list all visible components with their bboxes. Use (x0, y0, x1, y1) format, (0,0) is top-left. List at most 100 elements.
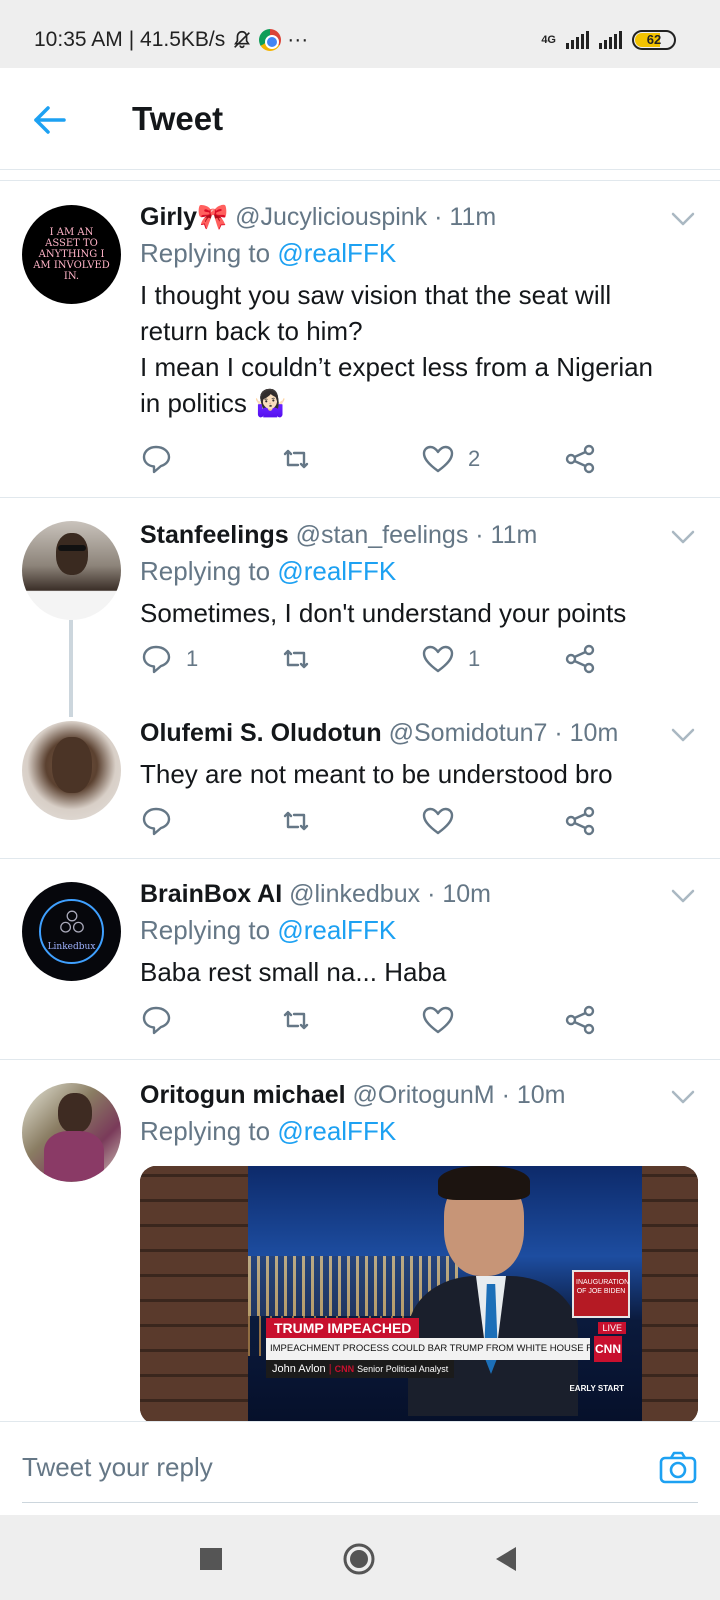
caret-down-icon[interactable] (670, 211, 696, 227)
tweet[interactable]: I AM AN ASSET TO ANYTHING I AM INVOLVED … (0, 181, 720, 498)
like-button[interactable] (422, 1004, 454, 1036)
chrome-icon (259, 29, 282, 51)
tweet[interactable]: Linkedbux BrainBox AI @linkedbux · 10m R… (0, 860, 720, 1060)
tweet-time: · 10m (427, 880, 491, 908)
home-icon[interactable] (341, 1541, 377, 1577)
reply-button[interactable] (140, 443, 186, 475)
avatar[interactable] (22, 521, 121, 620)
share-button[interactable] (564, 1004, 596, 1036)
replying-to: Replying to @realFFK (140, 238, 698, 269)
tweet[interactable]: Stanfeelings @stan_feelings · 11m Replyi… (0, 499, 720, 699)
battery-icon: 62 (632, 30, 676, 50)
avatar-text: Linkedbux (47, 942, 96, 952)
caret-down-icon[interactable] (670, 888, 696, 904)
tweet-meta: BrainBox AI @linkedbux · 10m (140, 880, 698, 909)
replying-to: Replying to @realFFK (140, 556, 698, 587)
caret-down-icon[interactable] (670, 1089, 696, 1105)
reply-button[interactable] (140, 805, 172, 837)
author-name[interactable]: Oritogun michael (140, 1081, 346, 1109)
status-right: 4G 62 (541, 30, 676, 50)
replying-to-handle[interactable]: @realFFK (277, 1116, 396, 1146)
like-count: 2 (468, 446, 481, 471)
share-icon (565, 644, 595, 674)
caret-down-icon[interactable] (670, 529, 696, 545)
author-handle[interactable]: @linkedbux (289, 880, 420, 908)
show-name-text: EARLY START (569, 1384, 624, 1393)
caret-down-icon[interactable] (670, 727, 696, 743)
brainbox-logo-icon (60, 910, 84, 933)
replying-to-handle[interactable]: @realFFK (277, 915, 396, 945)
tweet-media-image[interactable]: INAUGURATION OF JOE BIDEN TRUMP IMPEACHE… (140, 1166, 698, 1421)
author-handle[interactable]: @Somidotun7 (389, 719, 548, 747)
replying-to: Replying to @realFFK (140, 1116, 698, 1147)
replying-to-handle[interactable]: @realFFK (277, 238, 396, 268)
battery-level: 62 (646, 32, 662, 47)
share-button[interactable] (564, 643, 596, 675)
cnn-logo-text: CNN (595, 1342, 621, 1356)
retweet-button[interactable] (280, 443, 312, 475)
live-badge: LIVE (598, 1322, 626, 1334)
side-graphic: INAUGURATION OF JOE BIDEN (572, 1270, 630, 1318)
like-icon (422, 445, 454, 473)
like-button[interactable]: 1 (422, 643, 480, 675)
retweet-button[interactable] (280, 643, 312, 675)
reply-button[interactable] (140, 1004, 172, 1036)
tweet-time: · 11m (475, 521, 538, 549)
like-icon (422, 807, 454, 835)
like-icon (422, 1006, 454, 1034)
retweet-icon (283, 811, 309, 831)
retweet-button[interactable] (280, 1004, 312, 1036)
recent-apps-icon[interactable] (193, 1541, 229, 1577)
tweet[interactable]: Olufemi S. Oludotun @Somidotun7 · 10m Th… (0, 699, 720, 859)
system-nav-bar (0, 1515, 720, 1600)
author-name[interactable]: Olufemi S. Oludotun (140, 719, 382, 747)
like-button[interactable]: 2 (422, 443, 480, 475)
retweet-icon (283, 1010, 309, 1030)
share-icon (565, 806, 595, 836)
reply-composer: Tweet your reply (0, 1421, 720, 1515)
share-button[interactable] (564, 805, 596, 837)
back-nav-icon[interactable] (488, 1541, 524, 1577)
reply-icon (142, 807, 171, 836)
tweet-text: I thought you saw vision that the seat w… (140, 280, 654, 418)
tweet-body: Stanfeelings @stan_feelings · 11m Replyi… (140, 521, 698, 631)
tweet-meta: Girly🎀 @Jucyliciouspink · 11m (140, 203, 698, 232)
signal-icon (566, 31, 589, 49)
author-handle[interactable]: @stan_feelings (296, 521, 469, 549)
reply-input[interactable]: Tweet your reply (22, 1452, 213, 1483)
retweet-button[interactable] (280, 805, 312, 837)
reply-icon (142, 1006, 171, 1035)
headline-bar: TRUMP IMPEACHED (266, 1318, 420, 1338)
cnn-logo: CNN (594, 1336, 622, 1362)
author-handle[interactable]: @OritogunM (353, 1081, 495, 1109)
tweet-text: They are not meant to be understood bro (140, 759, 613, 789)
share-icon (565, 1005, 595, 1035)
tweet-body: Oritogun michael @OritogunM · 10m Replyi… (140, 1081, 698, 1147)
avatar[interactable]: Linkedbux (22, 882, 121, 981)
network-name: CNN (334, 1364, 355, 1374)
headline-text: TRUMP IMPEACHED (274, 1320, 412, 1336)
replying-to-label: Replying to (140, 556, 271, 586)
avatar[interactable] (22, 721, 121, 820)
tv-screen: INAUGURATION OF JOE BIDEN TRUMP IMPEACHE… (248, 1166, 642, 1421)
avatar[interactable] (22, 1083, 121, 1182)
author-name[interactable]: BrainBox AI (140, 880, 282, 908)
replying-to-handle[interactable]: @realFFK (277, 556, 396, 586)
author-name[interactable]: Stanfeelings (140, 521, 289, 549)
author-handle[interactable]: @Jucyliciouspink (235, 203, 427, 231)
reply-button[interactable]: 1 (140, 643, 198, 675)
like-button[interactable] (422, 805, 454, 837)
ticker-bar: IMPEACHMENT PROCESS COULD BAR TRUMP FROM… (266, 1338, 590, 1360)
avatar[interactable]: I AM AN ASSET TO ANYTHING I AM INVOLVED … (22, 205, 121, 304)
header: Tweet (0, 68, 720, 170)
author-name[interactable]: Girly🎀 (140, 203, 228, 231)
share-button[interactable] (564, 443, 596, 475)
reply-icon (142, 645, 171, 674)
anchor-role: Senior Political Analyst (357, 1364, 449, 1374)
tweet-actions (140, 805, 610, 845)
tweet[interactable]: Oritogun michael @OritogunM · 10m Replyi… (0, 1061, 720, 1421)
back-arrow-icon[interactable] (28, 98, 72, 142)
status-time: 10:35 AM (34, 28, 123, 51)
replying-to-label: Replying to (140, 1116, 271, 1146)
camera-icon[interactable] (658, 1448, 698, 1488)
